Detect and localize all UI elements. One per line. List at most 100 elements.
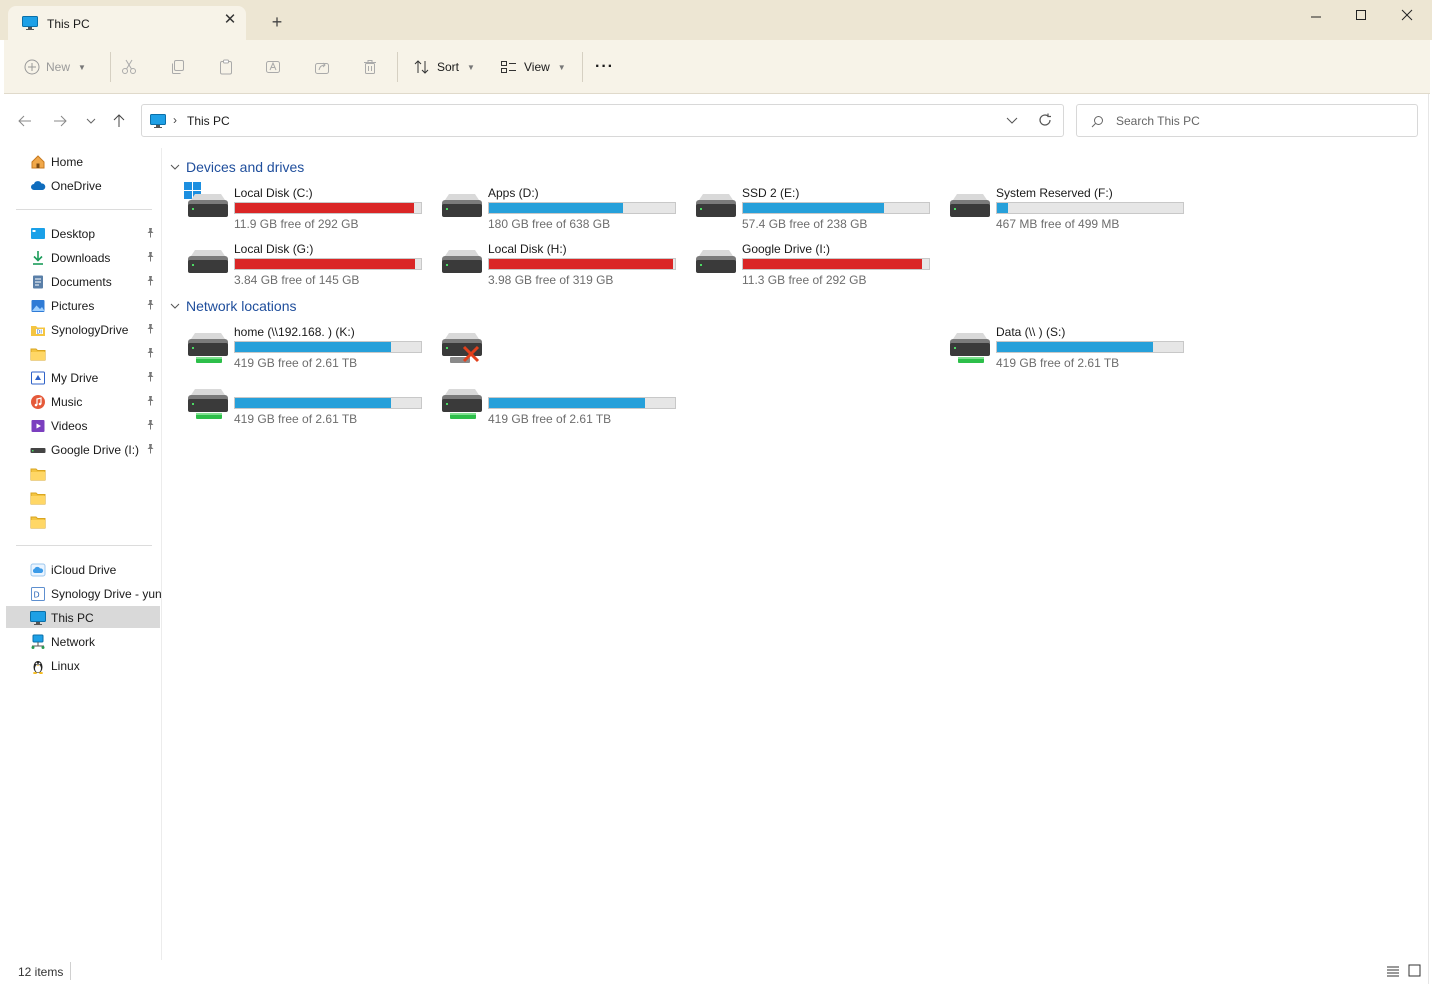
pin-icon[interactable] [145, 347, 156, 361]
sort-button[interactable]: Sort ▼ [413, 58, 475, 76]
sidebar-item-folder[interactable] [6, 486, 160, 508]
sidebar-item-videos[interactable]: Videos [6, 414, 160, 436]
network-drive-tile[interactable]: home (\\192.168. ) (K:) 419 GB free of 2.… [184, 325, 434, 375]
synology-drive-icon: D [30, 586, 46, 602]
pin-icon[interactable] [145, 371, 156, 385]
sidebar-item-onedrive[interactable]: OneDrive [6, 174, 160, 196]
sidebar-item-this-pc[interactable]: This PC [6, 606, 160, 628]
drive-usage-fill [235, 203, 414, 213]
forward-button[interactable] [51, 112, 69, 130]
pin-icon[interactable] [145, 251, 156, 265]
network-drive-tile[interactable]: 419 GB free of 2.61 TB [184, 381, 434, 431]
pin-icon[interactable] [145, 395, 156, 409]
search-box[interactable]: Search This PC [1076, 104, 1418, 137]
paste-button[interactable] [218, 58, 234, 76]
drive-name: Local Disk (H:) [488, 242, 567, 256]
drive-usage-bar [234, 258, 422, 270]
sidebar-item-desktop[interactable]: Desktop [6, 222, 160, 244]
view-button[interactable]: View ▼ [500, 58, 566, 76]
separator [70, 962, 71, 980]
sidebar-item-folder[interactable] [6, 510, 160, 532]
pin-icon[interactable] [145, 323, 156, 337]
recent-locations-button[interactable] [82, 112, 100, 130]
drive-usage-fill [489, 398, 646, 408]
sidebar-item-downloads[interactable]: Downloads [6, 246, 160, 268]
sidebar-item-synology-drive-yun[interactable]: D Synology Drive - yun [6, 582, 162, 604]
minimize-button[interactable] [1304, 6, 1328, 24]
delete-button[interactable] [362, 58, 378, 76]
details-view-icon[interactable] [1386, 965, 1400, 980]
up-button[interactable] [110, 112, 128, 130]
share-button[interactable] [314, 58, 330, 76]
drive-usage-fill [235, 342, 392, 352]
maximize-button[interactable] [1349, 6, 1373, 24]
sidebar-item-pictures[interactable]: Pictures [6, 294, 160, 316]
sidebar-item-documents[interactable]: Documents [6, 270, 160, 292]
drive-tile[interactable]: SSD 2 (E:) 57.4 GB free of 238 GB [692, 186, 942, 236]
pin-icon[interactable] [145, 443, 156, 457]
close-window-button[interactable] [1395, 6, 1419, 24]
sidebar-item-home[interactable]: Home [6, 150, 160, 172]
sidebar-item-linux[interactable]: Linux [6, 654, 160, 676]
new-tab-button[interactable]: + [268, 13, 286, 31]
drive-tile[interactable]: Local Disk (G:) 3.84 GB free of 145 GB [184, 242, 434, 292]
drive-tile[interactable]: Apps (D:) 180 GB free of 638 GB [438, 186, 688, 236]
large-icons-view-icon[interactable] [1408, 964, 1421, 980]
desktop-icon [30, 226, 46, 242]
sidebar-item-label: Synology Drive - yun [51, 587, 162, 601]
address-bar[interactable]: › This PC [141, 104, 1064, 137]
network-drive-icon [946, 321, 994, 369]
sidebar-item-network[interactable]: Network [6, 630, 160, 652]
sidebar-item-my-drive[interactable]: My Drive [6, 366, 160, 388]
sidebar-item-music[interactable]: Music [6, 390, 160, 412]
chevron-down-icon[interactable] [1006, 114, 1018, 128]
drive-free-space: 11.9 GB free of 292 GB [234, 217, 359, 231]
drive-free-space: 419 GB free of 2.61 TB [234, 412, 358, 426]
drive-free-space: 11.3 GB free of 292 GB [742, 273, 867, 287]
refresh-icon[interactable] [1038, 113, 1052, 130]
drive-usage-fill [997, 203, 1009, 213]
sidebar-item-icloud-drive[interactable]: iCloud Drive [6, 558, 160, 580]
pin-icon[interactable] [145, 419, 156, 433]
network-drive-icon [184, 321, 232, 369]
breadcrumb-this-pc[interactable]: This PC [187, 114, 230, 128]
video-icon [30, 418, 46, 434]
section-network-locations[interactable]: Network locations [170, 298, 297, 314]
drive-usage-fill [997, 342, 1154, 352]
breadcrumb-separator[interactable]: › [173, 113, 177, 127]
pc-icon [22, 16, 38, 33]
sidebar-item-label: This PC [51, 611, 94, 625]
drive-tile[interactable]: System Reserved (F:) 467 MB free of 499 M… [946, 186, 1196, 236]
network-drive-tile[interactable]: 419 GB free of 2.61 TB [438, 381, 688, 431]
new-label: New [46, 60, 71, 74]
pin-icon[interactable] [145, 299, 156, 313]
drive-usage-fill [235, 398, 392, 408]
sidebar-item-synologydrive[interactable]: DI SynologyDrive [6, 318, 160, 340]
back-button[interactable] [16, 112, 34, 130]
drive-free-space: 3.84 GB free of 145 GB [234, 273, 360, 287]
network-drive-icon [438, 377, 486, 425]
search-input[interactable]: Search This PC [1116, 114, 1200, 128]
drive-tile[interactable]: Local Disk (H:) 3.98 GB free of 319 GB [438, 242, 688, 292]
copy-icon [172, 60, 184, 74]
network-drive-tile[interactable] [438, 325, 688, 375]
rename-button[interactable] [265, 58, 281, 76]
folder-icon [30, 490, 46, 506]
drive-tile[interactable]: Local Disk (C:) 11.9 GB free of 292 GB [184, 182, 434, 236]
sidebar-item-folder[interactable] [6, 462, 160, 484]
pin-icon[interactable] [145, 275, 156, 289]
cut-button[interactable] [121, 58, 137, 76]
section-devices-and-drives[interactable]: Devices and drives [170, 159, 304, 175]
network-drive-tile[interactable]: Data (\\ ) (S:) 419 GB free of 2.61 TB [946, 325, 1196, 375]
window-border [1428, 94, 1429, 984]
pin-icon[interactable] [145, 227, 156, 241]
tab-close-icon[interactable]: ✕ [222, 12, 238, 28]
drive-free-space: 180 GB free of 638 GB [488, 217, 611, 231]
more-options-button[interactable]: ··· [595, 58, 614, 76]
tab-this-pc[interactable]: This PC ✕ [8, 6, 246, 40]
copy-button[interactable] [170, 58, 186, 76]
drive-tile[interactable]: Google Drive (I:) 11.3 GB free of 292 GB [692, 242, 942, 292]
new-button[interactable]: New ▼ [24, 58, 86, 76]
sidebar-item-google-drive-i[interactable]: Google Drive (I:) [6, 438, 160, 460]
sidebar-item-folder[interactable] [6, 342, 160, 364]
